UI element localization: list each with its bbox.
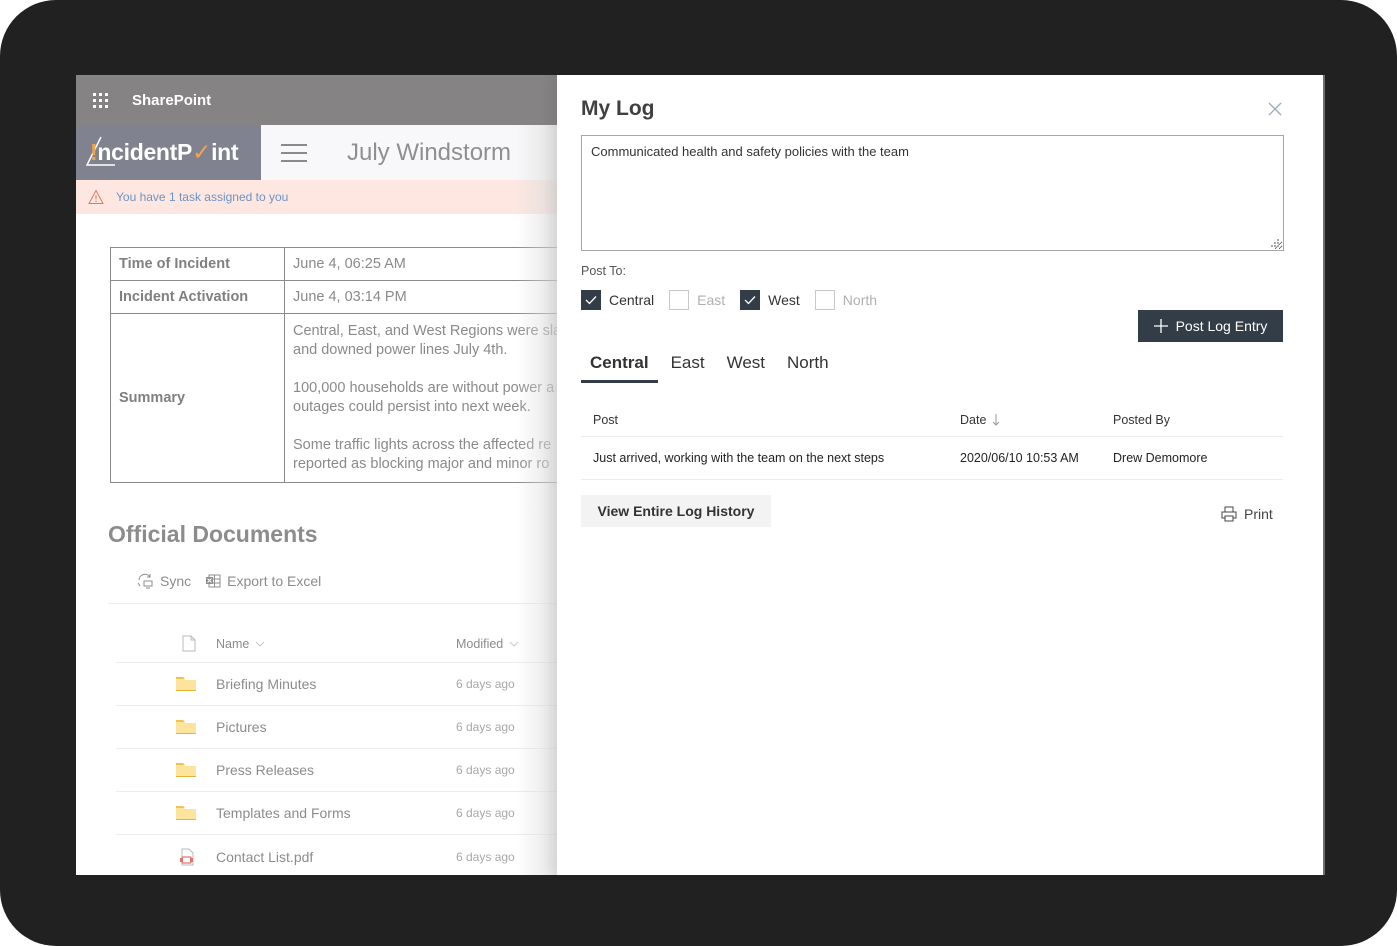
post-log-entry-button[interactable]: Post Log Entry: [1138, 310, 1283, 342]
document-name[interactable]: Contact List.pdf: [216, 849, 456, 865]
document-name[interactable]: Pictures: [216, 719, 456, 735]
row-label: Incident Activation: [110, 280, 285, 314]
checkbox-east[interactable]: East: [669, 290, 725, 310]
checkbox-west[interactable]: West: [740, 290, 800, 310]
document-name[interactable]: Templates and Forms: [216, 805, 456, 821]
tab-west[interactable]: West: [718, 351, 774, 383]
alert-text[interactable]: You have 1 task assigned to you: [116, 190, 288, 204]
sort-descending-icon: [993, 413, 1000, 426]
column-header-date[interactable]: Date: [960, 413, 1113, 427]
checkbox-label: West: [768, 292, 800, 308]
logo-text: !ncidentP✓int: [90, 139, 239, 165]
region-checkboxes: Central East West North: [581, 290, 892, 310]
log-posted-by: Drew Demomore: [1113, 451, 1208, 465]
row-label: Time of Incident: [110, 247, 285, 281]
log-table-header: Post Date Posted By: [581, 403, 1283, 437]
post-button-label: Post Log Entry: [1175, 318, 1268, 334]
table-row: Time of Incident June 4, 06:25 AM: [110, 247, 580, 281]
documents-title: Official Documents: [108, 521, 318, 547]
column-header-post[interactable]: Post: [581, 413, 960, 427]
printer-icon: [1221, 506, 1237, 522]
folder-icon: [176, 720, 196, 734]
plus-icon: [1153, 319, 1168, 333]
checkmark-icon: [585, 296, 597, 305]
region-tabs: Central East West North: [581, 351, 842, 383]
sync-button[interactable]: Sync: [136, 573, 191, 589]
panel-overlay-shadow: [516, 125, 558, 875]
file-type-icon: [182, 635, 196, 652]
chevron-down-icon: [255, 641, 265, 647]
sync-label: Sync: [160, 573, 192, 589]
screen: SharePoint !ncidentP✓int July Windstorm …: [76, 75, 1325, 875]
checkbox-label: North: [842, 292, 878, 308]
hamburger-icon[interactable]: [281, 143, 307, 162]
checkbox-box[interactable]: [740, 290, 761, 310]
log-entry-input[interactable]: [581, 135, 1284, 251]
log-post: Just arrived, working with the team on t…: [593, 451, 885, 465]
checkbox-north[interactable]: North: [814, 290, 878, 310]
site-title: July Windstorm: [347, 138, 512, 166]
checkbox-label: Central: [609, 292, 655, 308]
tab-central[interactable]: Central: [581, 351, 658, 383]
checkbox-box[interactable]: [669, 290, 690, 310]
incidentpoint-logo[interactable]: !ncidentP✓int: [76, 125, 261, 180]
sync-icon: [137, 573, 153, 589]
documents-command-bar: Sync Export to Excel: [136, 573, 321, 589]
log-date: 2020/06/10 10:53 AM: [960, 451, 1079, 465]
pdf-icon: [180, 848, 194, 865]
close-icon[interactable]: [1267, 101, 1283, 117]
log-table: Post Date Posted By Just arrived, workin…: [581, 403, 1283, 480]
print-label: Print: [1244, 506, 1273, 522]
tab-north[interactable]: North: [778, 351, 838, 383]
column-header-posted-by[interactable]: Posted By: [1113, 413, 1283, 427]
document-name[interactable]: Press Releases: [216, 762, 456, 778]
folder-icon: [176, 763, 196, 777]
print-button[interactable]: Print: [1221, 506, 1273, 522]
export-excel-button[interactable]: Export to Excel: [205, 573, 321, 589]
panel-title: My Log: [581, 97, 655, 120]
excel-icon: [206, 574, 221, 588]
checkbox-central[interactable]: Central: [581, 290, 654, 310]
post-to-label: Post To:: [581, 264, 626, 278]
incident-info-table: Time of Incident June 4, 06:25 AM Incide…: [110, 247, 580, 483]
table-row: Incident Activation June 4, 03:14 PM: [110, 280, 580, 314]
app-launcher-button[interactable]: [76, 75, 124, 125]
export-label: Export to Excel: [227, 573, 322, 589]
checkbox-label: East: [697, 292, 726, 308]
app-launcher-icon: [92, 92, 108, 108]
summary-label: Summary: [110, 313, 285, 483]
checkmark-icon: [744, 296, 756, 305]
column-header-name[interactable]: Name: [216, 637, 456, 651]
table-row: Summary Central, East, and West Regions …: [110, 313, 580, 483]
checkbox-box[interactable]: [814, 290, 835, 310]
folder-icon: [176, 806, 196, 820]
document-name[interactable]: Briefing Minutes: [216, 676, 456, 692]
suite-app-name[interactable]: SharePoint: [132, 92, 211, 109]
my-log-panel: My Log Post To: Central East: [557, 75, 1325, 875]
table-row[interactable]: Just arrived, working with the team on t…: [581, 437, 1283, 480]
tab-east[interactable]: East: [662, 351, 714, 383]
resize-handle-icon[interactable]: [1270, 238, 1280, 248]
warning-icon: [88, 189, 104, 204]
folder-icon: [176, 677, 196, 691]
view-log-history-button[interactable]: View Entire Log History: [581, 495, 771, 527]
checkbox-box[interactable]: [581, 290, 601, 310]
